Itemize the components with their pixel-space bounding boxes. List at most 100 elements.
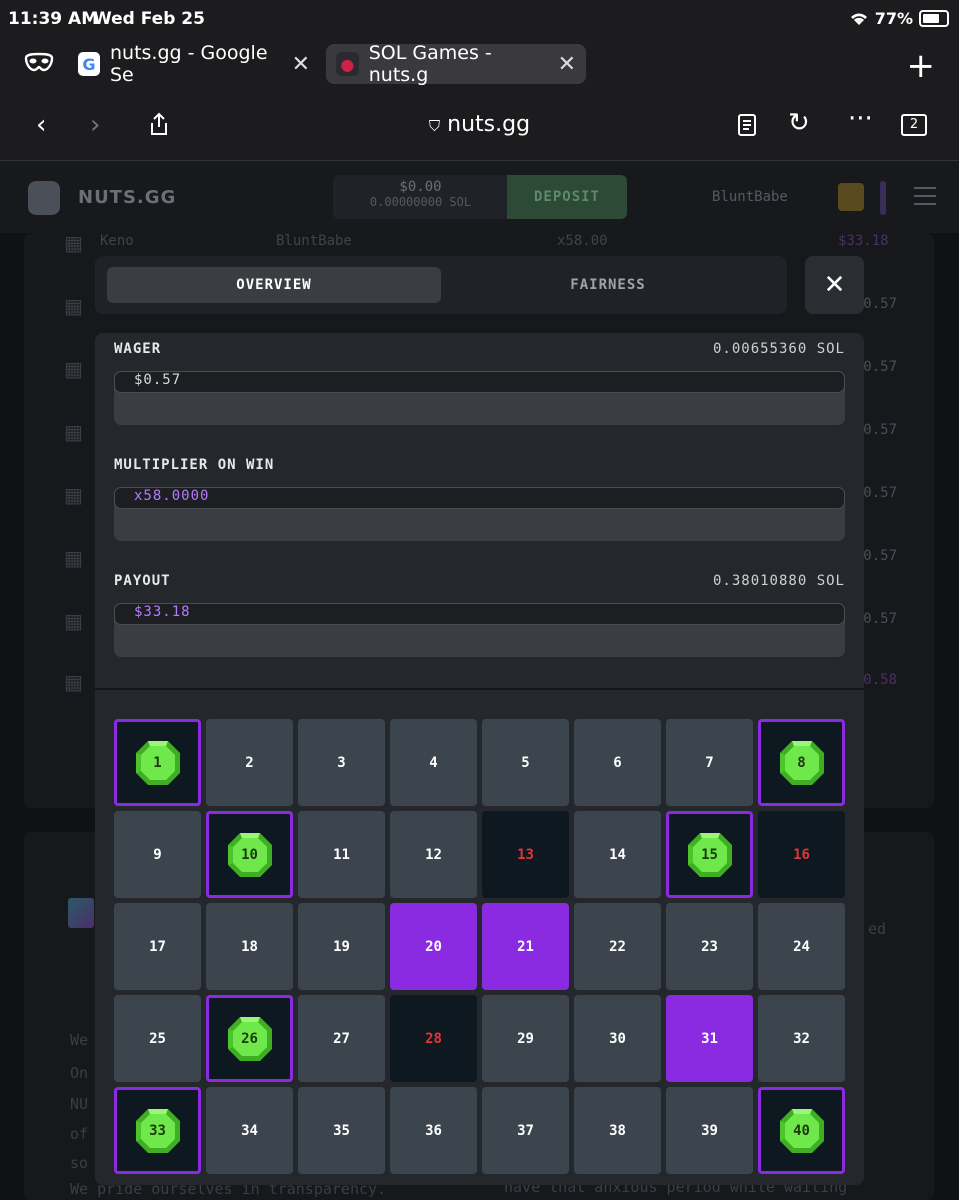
bg-value: 0.57	[863, 611, 897, 627]
tile-number: 5	[521, 754, 530, 771]
shield-icon: ⛉	[428, 117, 441, 135]
keno-tile[interactable]: 22	[574, 903, 661, 990]
payout-field: $33.18	[114, 603, 845, 657]
private-browsing-icon[interactable]	[24, 52, 54, 74]
keno-tile[interactable]: 7	[666, 719, 753, 806]
keno-tile-picked[interactable]: 31	[666, 995, 753, 1082]
keno-tile[interactable]: 30	[574, 995, 661, 1082]
tile-number: 1	[153, 754, 162, 771]
tile-number: 21	[517, 938, 534, 955]
nuts-logo[interactable]	[28, 181, 60, 215]
keno-tile[interactable]: 14	[574, 811, 661, 898]
close-button[interactable]: ✕	[805, 256, 864, 314]
tile-number: 23	[701, 938, 718, 955]
browser-tab-google[interactable]: G nuts.gg - Google Se ✕	[68, 42, 320, 86]
keno-tile[interactable]: 11	[298, 811, 385, 898]
keno-tile[interactable]: 29	[482, 995, 569, 1082]
keno-tile-miss[interactable]: 16	[758, 811, 845, 898]
keno-tile[interactable]: 37	[482, 1087, 569, 1174]
keno-tile[interactable]: 38	[574, 1087, 661, 1174]
balance-usd: $0.00	[399, 179, 442, 195]
tile-number: 31	[701, 1030, 718, 1047]
tab-overview[interactable]: OVERVIEW	[107, 267, 441, 303]
keno-tile-hit[interactable]: 10	[206, 811, 293, 898]
tile-number: 34	[241, 1122, 258, 1139]
bg-value: 0.57	[863, 548, 897, 564]
nuts-icon: ●	[336, 52, 359, 76]
keno-tile-hit[interactable]: 8	[758, 719, 845, 806]
address-bar[interactable]: ⛉ nuts.gg	[0, 112, 959, 137]
bg-value: 0.57	[863, 422, 897, 438]
keno-tile[interactable]: 36	[390, 1087, 477, 1174]
new-tab-icon[interactable]: +	[907, 46, 936, 86]
tile-number: 29	[517, 1030, 534, 1047]
keno-tile[interactable]: 6	[574, 719, 661, 806]
bg-value: 0.57	[863, 359, 897, 375]
tile-number: 38	[609, 1122, 626, 1139]
keno-tile-hit[interactable]: 15	[666, 811, 753, 898]
tile-number: 16	[793, 846, 810, 863]
keno-tile[interactable]: 2	[206, 719, 293, 806]
battery-icon	[919, 10, 949, 27]
keno-tile[interactable]: 12	[390, 811, 477, 898]
keno-tile-picked[interactable]: 20	[390, 903, 477, 990]
keno-tile[interactable]: 39	[666, 1087, 753, 1174]
keno-tile[interactable]: 25	[114, 995, 201, 1082]
divider	[95, 688, 864, 690]
status-date: Wed Feb 25	[93, 9, 205, 29]
reload-icon[interactable]: ↻	[788, 108, 810, 138]
status-bar: 11:39 AM Wed Feb 25 77%	[0, 0, 959, 38]
username[interactable]: BluntBabe	[712, 189, 788, 205]
keno-icon: ▦	[64, 231, 83, 255]
deposit-button[interactable]: DEPOSIT	[507, 175, 627, 219]
keno-tile[interactable]: 34	[206, 1087, 293, 1174]
keno-tile[interactable]: 23	[666, 903, 753, 990]
tile-number: 11	[333, 846, 350, 863]
keno-tile-miss[interactable]: 28	[390, 995, 477, 1082]
bg-payout: $33.18	[838, 233, 889, 249]
wager-label: WAGER	[114, 341, 162, 357]
brand-name[interactable]: NUTS.GG	[78, 187, 176, 208]
keno-tile[interactable]: 18	[206, 903, 293, 990]
keno-tile[interactable]: 17	[114, 903, 201, 990]
wager-value: $0.57	[134, 372, 182, 388]
keno-tile-hit[interactable]: 26	[206, 995, 293, 1082]
google-icon: G	[78, 52, 100, 76]
keno-tile-miss[interactable]: 13	[482, 811, 569, 898]
tile-number: 22	[609, 938, 626, 955]
tile-number: 19	[333, 938, 350, 955]
keno-tile[interactable]: 9	[114, 811, 201, 898]
close-tab-icon[interactable]: ✕	[292, 52, 310, 77]
keno-tile[interactable]: 24	[758, 903, 845, 990]
menu-icon[interactable]	[914, 187, 936, 211]
tile-number: 8	[797, 754, 806, 771]
keno-tile[interactable]: 5	[482, 719, 569, 806]
keno-tile[interactable]: 3	[298, 719, 385, 806]
rank-badge-icon	[838, 183, 864, 211]
more-icon[interactable]: ···	[848, 104, 873, 134]
keno-tile-hit[interactable]: 1	[114, 719, 201, 806]
tile-number: 12	[425, 846, 442, 863]
keno-tile[interactable]: 27	[298, 995, 385, 1082]
bet-details-modal: WAGER 0.00655360 SOL $0.57 MULTIPLIER ON…	[95, 333, 864, 1185]
solana-logo	[68, 898, 94, 928]
keno-tile-picked[interactable]: 21	[482, 903, 569, 990]
keno-tile[interactable]: 35	[298, 1087, 385, 1174]
tab-fairness[interactable]: FAIRNESS	[441, 267, 775, 303]
tile-number: 18	[241, 938, 258, 955]
url-text: nuts.gg	[447, 112, 531, 137]
keno-tile[interactable]: 32	[758, 995, 845, 1082]
tab-count[interactable]: 2	[901, 114, 927, 136]
balance-sol: 0.00000000 SOL	[369, 195, 472, 209]
keno-icon: ▦	[64, 357, 83, 381]
keno-tile[interactable]: 19	[298, 903, 385, 990]
keno-tile[interactable]: 4	[390, 719, 477, 806]
reader-icon[interactable]	[738, 114, 756, 136]
keno-tile-hit[interactable]: 33	[114, 1087, 201, 1174]
keno-tile-hit[interactable]: 40	[758, 1087, 845, 1174]
tile-number: 27	[333, 1030, 350, 1047]
bg-user: BluntBabe	[276, 233, 352, 249]
keno-icon: ▦	[64, 294, 83, 318]
browser-tab-sol-games[interactable]: ● SOL Games - nuts.g ✕	[326, 42, 586, 86]
close-tab-icon[interactable]: ✕	[558, 52, 576, 77]
